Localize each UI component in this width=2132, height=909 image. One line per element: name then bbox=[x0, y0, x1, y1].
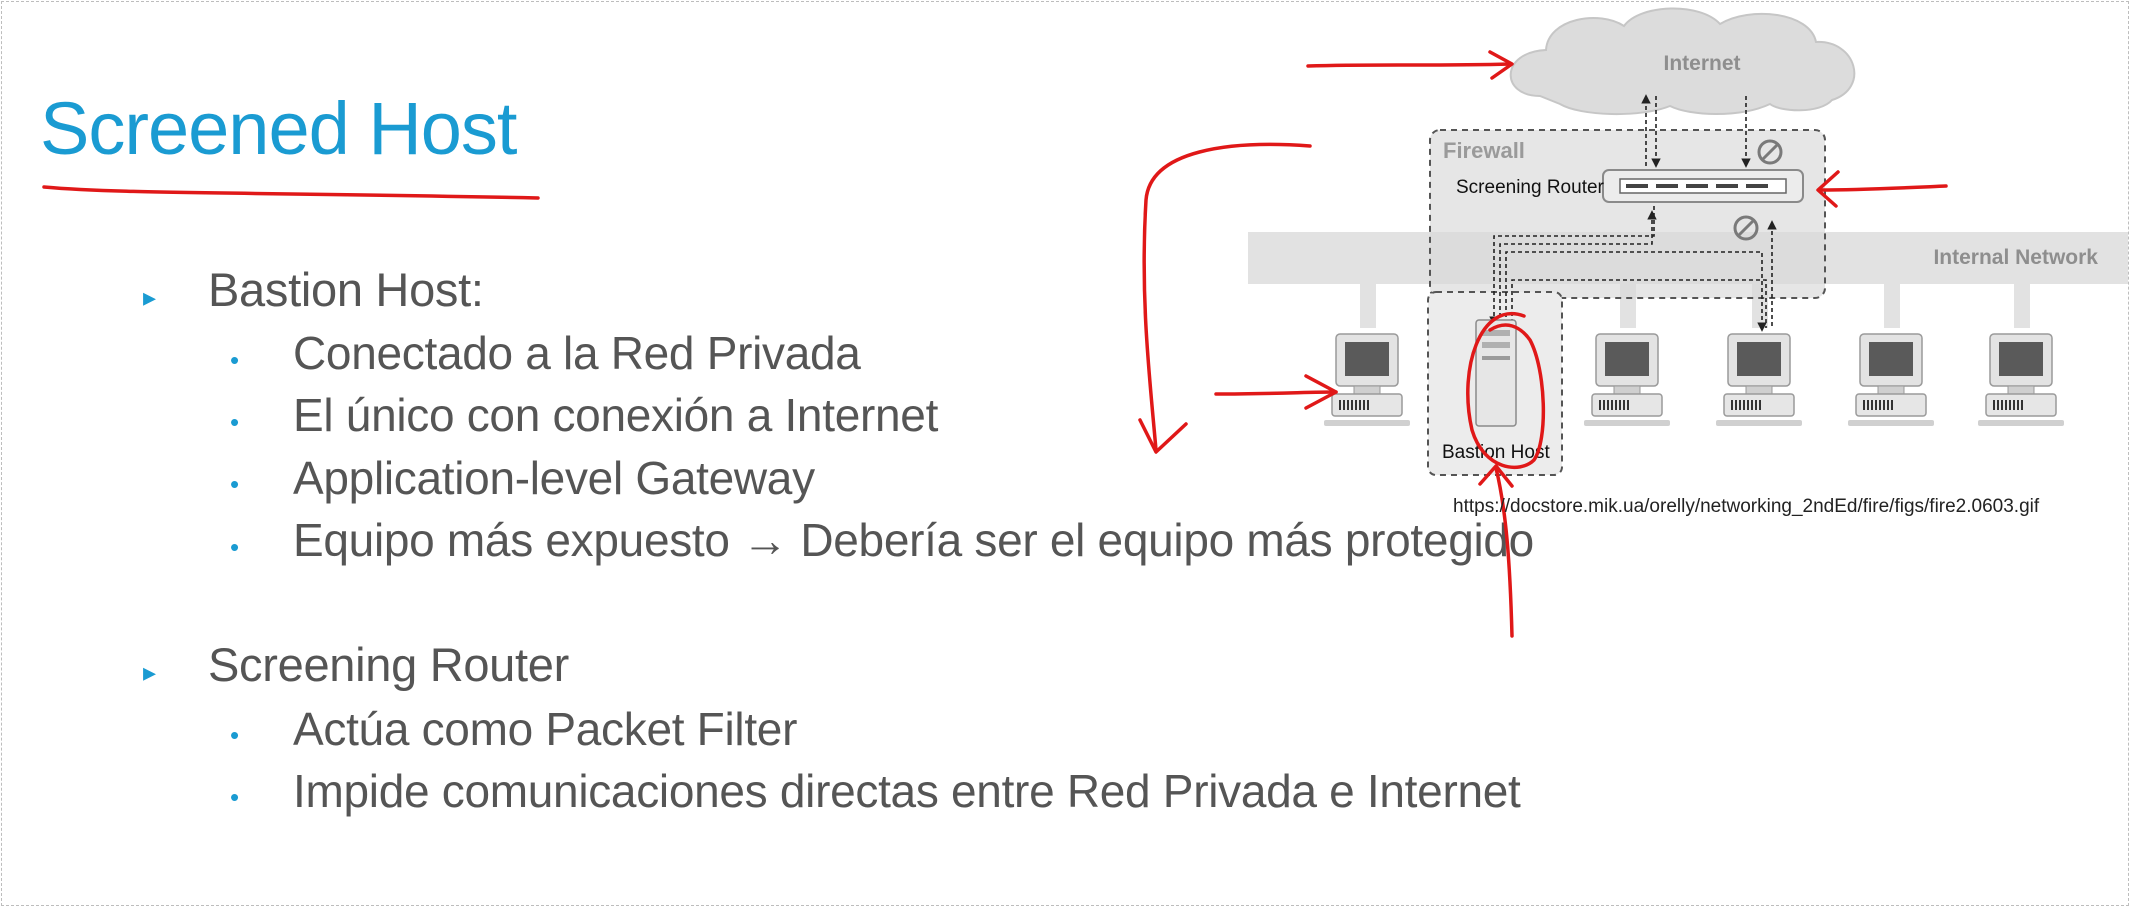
screening-router bbox=[1602, 169, 1804, 203]
workstation-icon bbox=[1977, 333, 2065, 427]
workstation-icon bbox=[1715, 333, 1803, 427]
workstation-icon bbox=[1323, 333, 1411, 427]
workstation-icon bbox=[1583, 333, 1671, 427]
internet-label: Internet bbox=[1663, 52, 1740, 75]
screening-router-label: Screening Router bbox=[1456, 177, 1605, 198]
firewall-label: Firewall bbox=[1443, 138, 1525, 163]
internal-network-label: Internal Network bbox=[1933, 246, 2098, 269]
figure-source-caption: https://docstore.mik.ua/orelly/networkin… bbox=[1453, 496, 2040, 517]
screened-host-diagram: Internet Internal Network Firewall Scree… bbox=[1138, 7, 2128, 638]
workstation-icon bbox=[1847, 333, 1935, 427]
internet-cloud: Internet bbox=[1509, 7, 1856, 116]
